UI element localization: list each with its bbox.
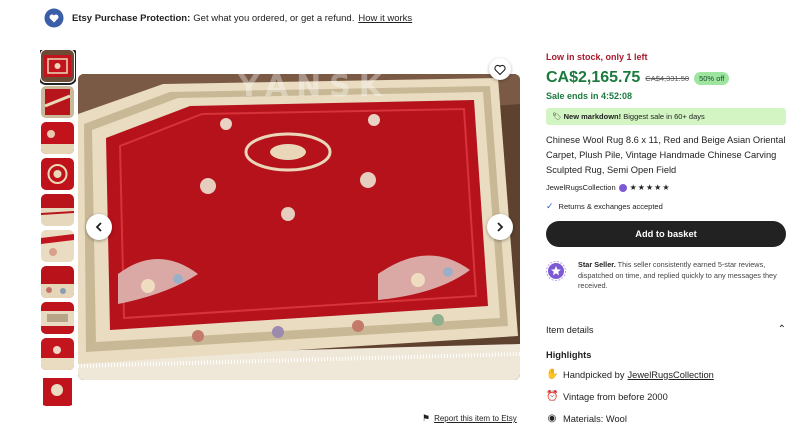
thumbnail-9[interactable] [41,338,74,370]
thumbnail-10[interactable] [41,374,74,406]
chevron-left-icon [95,222,102,232]
sale-countdown: Sale ends in 4:52:08 [546,91,633,101]
thumbnail-7[interactable] [41,266,74,298]
favorite-button[interactable] [489,58,511,80]
star-seller-description: Star Seller. This seller consistently ea… [578,260,788,292]
vintage-text: Vintage from before 2000 [563,391,668,402]
rating-stars[interactable]: ★★★★★ [630,183,671,192]
chevron-right-icon [497,222,504,232]
checkmark-icon: ✓ [546,201,554,211]
markdown-text: Biggest sale in 60+ days [623,112,705,121]
shop-row: JewelRugsCollection ★★★★★ [546,183,788,192]
returns-text: Returns & exchanges accepted [558,202,663,211]
hand-heart-icon [44,8,64,28]
item-details-toggle[interactable]: Item details ⌃ [546,324,786,335]
previous-image-button[interactable] [86,214,112,240]
star-seller-badge-icon [618,183,627,192]
heart-icon [494,64,506,75]
original-price: CA$4,331.50 [645,73,690,83]
sale-price: CA$2,165.75 [546,69,641,86]
highlight-vintage: ⏰ Vintage from before 2000 [546,391,668,402]
hand-icon: ✋ [546,369,559,380]
returns-policy: ✓ Returns & exchanges accepted [546,201,788,212]
thumbnail-5[interactable] [41,194,74,226]
star-seller-seal-icon [546,261,566,281]
markdown-banner: 🏷 New markdown! Biggest sale in 60+ days [546,108,786,125]
price-row: CA$2,165.75 CA$4,331.50 50% off [546,69,788,87]
shop-name-link[interactable]: JewelRugsCollection [546,183,616,192]
purchase-protection-banner: Etsy Purchase Protection: Get what you o… [44,8,412,28]
thumbnail-strip [40,50,76,410]
handpicked-prefix: Handpicked by [563,369,625,380]
protection-title: Etsy Purchase Protection: [72,12,191,24]
materials-text: Materials: Wool [563,413,627,424]
item-details-label: Item details [546,324,594,335]
highlights-heading: Highlights [546,350,592,360]
handpicked-shop-link[interactable]: JewelRugsCollection [628,370,714,380]
thumbnail-2[interactable] [41,86,74,118]
listing-panel: Low in stock, only 1 left CA$2,165.75 CA… [546,52,788,424]
thumbnail-6[interactable] [41,230,74,262]
tag-icon: 🏷 [552,112,562,121]
next-image-button[interactable] [487,214,513,240]
report-item[interactable]: ⚑ Report this item to Etsy [422,413,517,424]
star-seller-title: Star Seller. [578,260,616,269]
protection-text: Get what you ordered, or get a refund. [193,12,355,24]
thumbnail-8[interactable] [41,302,74,334]
highlight-handpicked: ✋ Handpicked by JewelRugsCollection [546,369,714,380]
flag-icon: ⚑ [422,413,431,423]
thumbnail-3[interactable] [41,122,74,154]
highlight-materials: ◉ Materials: Wool [546,413,627,424]
discount-badge: 50% off [694,71,730,85]
listing-title: Chinese Wool Rug 8.6 x 11, Red and Beige… [546,135,786,175]
thumbnail-1[interactable] [40,50,76,85]
chevron-up-icon: ⌃ [777,324,786,335]
report-link[interactable]: Report this item to Etsy [434,414,517,423]
materials-icon: ◉ [547,413,557,424]
clock-icon: ⏰ [546,391,559,402]
star-seller-info: Star Seller. This seller consistently ea… [546,260,788,292]
main-product-image[interactable]: YANSK [78,74,520,380]
rug-photo: YANSK [78,74,520,380]
add-to-basket-button[interactable]: Add to basket [546,221,786,247]
markdown-title: New markdown! [563,112,622,121]
stock-status: Low in stock, only 1 left [546,52,648,62]
how-it-works-link[interactable]: How it works [358,13,412,24]
thumbnail-4[interactable] [41,158,74,190]
watermark-text: YANSK [237,74,390,104]
